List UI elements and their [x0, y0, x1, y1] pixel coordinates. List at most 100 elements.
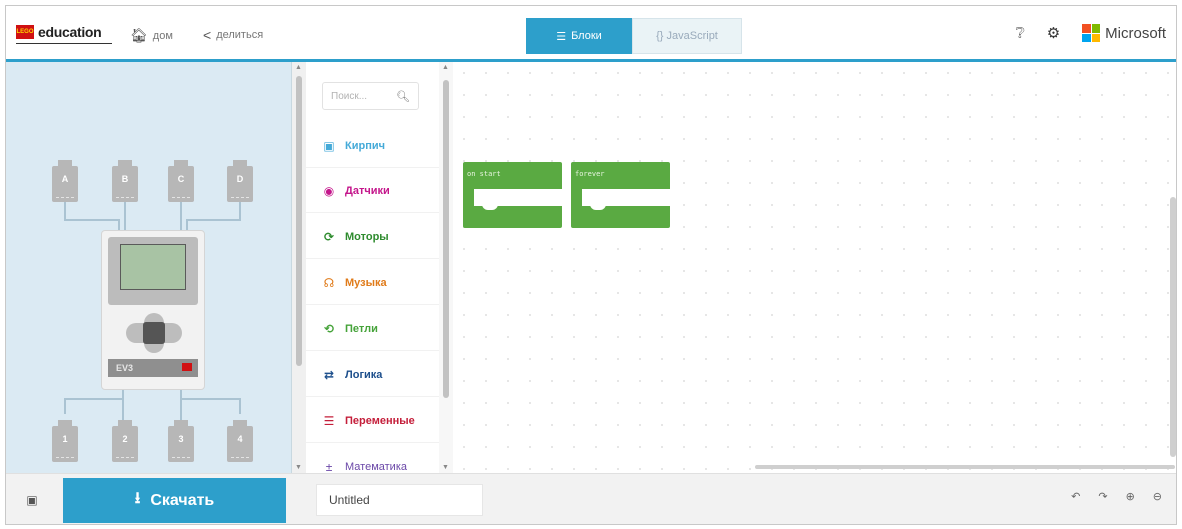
block-notch	[482, 204, 498, 210]
workspace-controls: ↶ ↷ ⊕ ⊖	[1071, 490, 1162, 503]
sensor-port-2[interactable]: 2	[112, 420, 138, 462]
brick-buttons[interactable]	[126, 313, 182, 353]
port-cap	[233, 160, 247, 168]
motor-port-b[interactable]: B	[112, 160, 138, 202]
scrollbar-thumb[interactable]	[296, 76, 302, 366]
home-icon: 🏠︎	[130, 27, 148, 43]
zoom-in-icon[interactable]: ⊕	[1126, 490, 1135, 503]
motor-port-c[interactable]: C	[168, 160, 194, 202]
port-cap	[118, 160, 132, 168]
download-icon: ⭳	[134, 490, 141, 507]
variables-icon: ☰	[323, 413, 335, 428]
sensor-port-3[interactable]: 3	[168, 420, 194, 462]
simulator-panel: A B C D EV3 1 2 3 4	[6, 62, 292, 473]
tab-blocks-label: Блоки	[571, 30, 602, 42]
category-label: Кирпич	[345, 139, 385, 152]
category-label: Переменные	[345, 414, 415, 427]
gear-icon[interactable]: ⚙︎	[1047, 24, 1060, 42]
brick-display	[120, 244, 186, 290]
port-label: 2	[122, 434, 128, 444]
scroll-down-icon[interactable]: ▼	[442, 464, 449, 471]
zoom-out-icon[interactable]: ⊖	[1153, 490, 1162, 503]
port-label: 1	[62, 434, 68, 444]
microsoft-logo[interactable]: Microsoft	[1082, 24, 1166, 42]
port-pins	[116, 197, 134, 200]
header: LEGO education 🏠︎ дом < делиться ☰ Блоки…	[6, 6, 1176, 62]
blocks-workspace[interactable]: on start forever	[453, 62, 1176, 473]
toolbox-search[interactable]: Поиск... 🔍︎	[322, 82, 419, 110]
home-label: дом	[152, 29, 173, 42]
port-label: B	[121, 174, 129, 184]
port-cap	[233, 420, 247, 428]
header-actions: ❔︎ ⚙︎ Microsoft	[1016, 24, 1166, 42]
search-input[interactable]: Поиск...	[331, 91, 367, 102]
port-cap	[174, 160, 188, 168]
project-name-input[interactable]: Untitled	[316, 484, 483, 516]
lego-logo: LEGO	[16, 25, 34, 39]
workspace-horizontal-scrollbar[interactable]	[755, 465, 1175, 469]
motor-port-a[interactable]: A	[52, 160, 78, 202]
port-pins	[231, 457, 249, 460]
category-label: Моторы	[345, 230, 389, 243]
forever-block[interactable]: forever	[571, 162, 670, 228]
bottom-bar: ▣ ⭳ Скачать Untitled ↶ ↷ ⊕ ⊖	[6, 473, 1176, 524]
scroll-up-icon[interactable]: ▲	[295, 64, 302, 71]
brand-logo[interactable]: LEGO education	[16, 24, 102, 40]
share-link[interactable]: < делиться	[203, 27, 263, 43]
ev3-brick: EV3	[101, 230, 205, 390]
scroll-up-icon[interactable]: ▲	[442, 64, 449, 71]
port-pins	[172, 457, 190, 460]
microsoft-label: Microsoft	[1105, 24, 1166, 42]
port-cap	[118, 420, 132, 428]
loop-icon: ⟲	[323, 321, 335, 336]
math-icon: ±	[325, 459, 333, 474]
wire	[180, 202, 182, 230]
motor-icon: ⟳	[323, 229, 335, 244]
blocks-icon: ☰	[556, 30, 567, 43]
category-label: Логика	[345, 368, 383, 381]
category-label: Музыка	[345, 276, 387, 289]
toolbox: Поиск... 🔍︎ ▣ Кирпич ◉ Датчики ⟳ Моторы …	[306, 62, 439, 489]
tab-javascript-label: {} JavaScript	[656, 30, 718, 42]
category-loops[interactable]: ⟲ Петли	[306, 307, 439, 351]
search-icon[interactable]: 🔍︎	[396, 90, 410, 103]
undo-icon[interactable]: ↶	[1071, 490, 1080, 503]
port-label: A	[61, 174, 69, 184]
scroll-down-icon[interactable]: ▼	[295, 464, 302, 471]
motor-port-d[interactable]: D	[227, 160, 253, 202]
scrollbar-thumb[interactable]	[443, 80, 449, 398]
home-link[interactable]: 🏠︎ дом	[130, 27, 173, 44]
wire	[186, 219, 241, 221]
sensor-port-1[interactable]: 1	[52, 420, 78, 462]
sensor-icon: ◉	[323, 183, 335, 198]
port-pins	[56, 457, 74, 460]
tab-blocks[interactable]: ☰ Блоки	[526, 18, 632, 54]
dpad-center-button[interactable]	[143, 322, 165, 344]
tab-javascript[interactable]: {} JavaScript	[632, 18, 742, 54]
on-start-block[interactable]: on start	[463, 162, 562, 228]
port-label: 4	[237, 434, 243, 444]
category-motors[interactable]: ⟳ Моторы	[306, 215, 439, 259]
category-sensors[interactable]: ◉ Датчики	[306, 169, 439, 213]
redo-icon[interactable]: ↷	[1098, 490, 1107, 503]
port-label: D	[236, 174, 244, 184]
toolbox-scrollbar[interactable]: ▲ ▼	[439, 62, 453, 473]
shuffle-icon: ⇄	[323, 367, 335, 382]
category-brick[interactable]: ▣ Кирпич	[306, 124, 439, 168]
download-button[interactable]: ⭳ Скачать	[63, 478, 286, 523]
simulator-scrollbar[interactable]: ▲ ▼	[292, 62, 306, 473]
category-variables[interactable]: ☰ Переменные	[306, 399, 439, 443]
wire	[64, 219, 120, 221]
workspace-vertical-scrollbar[interactable]	[1170, 197, 1176, 457]
share-label: делиться	[216, 29, 264, 41]
category-label: Петли	[345, 322, 378, 335]
category-music[interactable]: ☊ Музыка	[306, 261, 439, 305]
sensor-port-4[interactable]: 4	[227, 420, 253, 462]
wire	[182, 398, 240, 400]
wire	[64, 398, 66, 414]
port-cap	[174, 420, 188, 428]
help-icon[interactable]: ❔︎	[1016, 25, 1025, 42]
category-logic[interactable]: ⇄ Логика	[306, 353, 439, 397]
collapse-icon[interactable]: ▣	[20, 488, 44, 512]
port-cap	[58, 420, 72, 428]
